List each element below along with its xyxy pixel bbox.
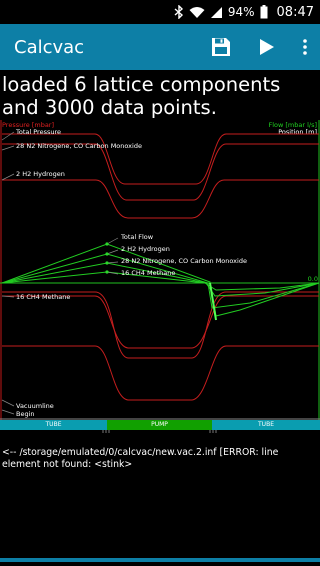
log-output: <-- /storage/emulated/0/calcvac/new.vac.…: [2, 447, 279, 470]
h2-pressure-label: 2 H2 Hydrogen: [16, 170, 65, 178]
signal-icon: [210, 6, 223, 19]
more-vert-icon: [303, 39, 307, 55]
ch4-pressure-label: 16 CH4 Methane: [16, 293, 70, 301]
app-title: Calcvac: [14, 36, 85, 58]
vacuumline-label: Vacuumline: [16, 402, 54, 410]
battery-icon: [260, 5, 268, 19]
overflow-menu-button[interactable]: [290, 24, 320, 70]
lattice-tube-1[interactable]: TUBE: [0, 420, 107, 430]
bottom-divider: [0, 558, 320, 562]
action-bar: Calcvac: [0, 24, 320, 70]
play-icon: [260, 39, 274, 55]
run-button[interactable]: [244, 24, 290, 70]
wifi-icon: [189, 6, 205, 19]
save-icon: [212, 38, 230, 56]
battery-percent: 94%: [227, 5, 255, 19]
ch4-flow-label: 16 CH4 Methane: [121, 269, 175, 277]
begin-label: Begin: [16, 410, 35, 418]
position-scale: [102, 430, 217, 433]
clock: 08:47: [276, 4, 314, 20]
bluetooth-icon: [174, 5, 184, 19]
vacuum-plot[interactable]: Pressure [mbar] Flow [mbar l/s] Position…: [0, 120, 320, 420]
n2-co-pressure-label: 28 N2 Nitrogene, CO Carbon Monoxide: [16, 142, 142, 150]
load-message: loaded 6 lattice components and 3000 dat…: [2, 73, 281, 119]
lattice-pump[interactable]: PUMP: [107, 420, 212, 430]
save-button[interactable]: [198, 24, 244, 70]
total-pressure-label: Total Pressure: [15, 128, 61, 136]
total-flow-label: Total Flow: [120, 233, 154, 241]
zero-label: 0.0: [308, 275, 318, 283]
h2-flow-label: 2 H2 Hydrogen: [121, 245, 170, 253]
n2-co-flow-label: 28 N2 Nitrogene, CO Carbon Monoxide: [121, 257, 247, 265]
status-bar: 94% 08:47: [0, 0, 320, 24]
right-axis-label-position: Position [m]: [278, 128, 317, 136]
lattice-tube-2[interactable]: TUBE: [212, 420, 320, 430]
